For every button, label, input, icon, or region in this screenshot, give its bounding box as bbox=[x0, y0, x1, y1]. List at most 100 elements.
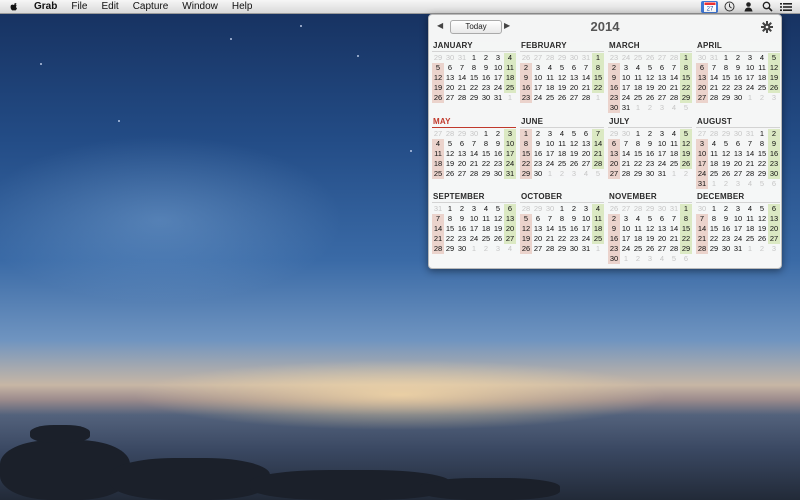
day-cell[interactable]: 6 bbox=[656, 214, 668, 224]
day-cell[interactable]: 1 bbox=[480, 129, 492, 139]
day-cell[interactable]: 24 bbox=[504, 159, 516, 169]
day-cell[interactable]: 16 bbox=[608, 234, 620, 244]
day-cell[interactable]: 18 bbox=[756, 73, 768, 83]
list-icon[interactable] bbox=[778, 0, 794, 13]
day-cell[interactable]: 26 bbox=[680, 159, 692, 169]
day-cell[interactable]: 10 bbox=[656, 139, 668, 149]
day-cell[interactable]: 28 bbox=[432, 244, 444, 254]
day-cell[interactable]: 16 bbox=[480, 73, 492, 83]
day-cell[interactable]: 22 bbox=[520, 159, 532, 169]
day-cell[interactable]: 23 bbox=[480, 83, 492, 93]
day-cell[interactable]: 15 bbox=[680, 224, 692, 234]
day-cell[interactable]: 17 bbox=[732, 224, 744, 234]
day-cell[interactable]: 30 bbox=[644, 169, 656, 179]
day-cell[interactable]: 2 bbox=[768, 129, 780, 139]
day-cell[interactable]: 7 bbox=[620, 139, 632, 149]
day-cell[interactable]: 24 bbox=[696, 169, 708, 179]
day-cell[interactable]: 22 bbox=[680, 234, 692, 244]
day-cell[interactable]: 30 bbox=[480, 93, 492, 103]
day-cell[interactable]: 29 bbox=[444, 244, 456, 254]
day-cell[interactable]: 31 bbox=[732, 244, 744, 254]
day-cell[interactable]: 9 bbox=[532, 139, 544, 149]
day-cell[interactable]: 28 bbox=[592, 159, 604, 169]
day-cell[interactable]: 21 bbox=[432, 234, 444, 244]
day-cell[interactable]: 11 bbox=[504, 63, 516, 73]
day-cell[interactable]: 23 bbox=[720, 234, 732, 244]
day-cell[interactable]: 17 bbox=[620, 234, 632, 244]
day-cell[interactable]: 13 bbox=[656, 73, 668, 83]
day-cell[interactable]: 1 bbox=[520, 129, 532, 139]
day-cell[interactable]: 16 bbox=[720, 224, 732, 234]
day-cell[interactable]: 6 bbox=[568, 63, 580, 73]
day-cell[interactable]: 9 bbox=[768, 139, 780, 149]
day-cell[interactable]: 13 bbox=[732, 149, 744, 159]
day-cell[interactable]: 11 bbox=[556, 139, 568, 149]
day-cell[interactable]: 29 bbox=[632, 169, 644, 179]
day-cell[interactable]: 12 bbox=[680, 139, 692, 149]
day-cell[interactable]: 20 bbox=[696, 83, 708, 93]
day-cell[interactable]: 7 bbox=[696, 214, 708, 224]
day-cell[interactable]: 30 bbox=[768, 169, 780, 179]
day-cell[interactable]: 25 bbox=[632, 93, 644, 103]
day-cell[interactable]: 14 bbox=[620, 149, 632, 159]
day-cell[interactable]: 25 bbox=[592, 234, 604, 244]
day-cell[interactable]: 7 bbox=[592, 129, 604, 139]
day-cell[interactable]: 20 bbox=[456, 159, 468, 169]
day-cell[interactable]: 7 bbox=[668, 63, 680, 73]
day-cell[interactable]: 7 bbox=[580, 63, 592, 73]
day-cell[interactable]: 6 bbox=[656, 63, 668, 73]
day-cell[interactable]: 21 bbox=[456, 83, 468, 93]
day-cell[interactable]: 5 bbox=[568, 129, 580, 139]
day-cell[interactable]: 4 bbox=[544, 63, 556, 73]
day-cell[interactable]: 20 bbox=[656, 234, 668, 244]
day-cell[interactable]: 6 bbox=[532, 214, 544, 224]
day-cell[interactable]: 24 bbox=[580, 234, 592, 244]
day-cell[interactable]: 21 bbox=[744, 159, 756, 169]
day-cell[interactable]: 5 bbox=[644, 63, 656, 73]
day-cell[interactable]: 29 bbox=[468, 93, 480, 103]
menu-edit[interactable]: Edit bbox=[101, 0, 118, 13]
day-cell[interactable]: 8 bbox=[632, 139, 644, 149]
day-cell[interactable]: 1 bbox=[720, 53, 732, 63]
day-cell[interactable]: 17 bbox=[468, 224, 480, 234]
day-cell[interactable]: 23 bbox=[492, 159, 504, 169]
day-cell[interactable]: 17 bbox=[492, 73, 504, 83]
day-cell[interactable]: 15 bbox=[680, 73, 692, 83]
day-cell[interactable]: 12 bbox=[444, 149, 456, 159]
day-cell[interactable]: 15 bbox=[480, 149, 492, 159]
day-cell[interactable]: 25 bbox=[544, 93, 556, 103]
day-cell[interactable]: 25 bbox=[432, 169, 444, 179]
day-cell[interactable]: 21 bbox=[468, 159, 480, 169]
day-cell[interactable]: 31 bbox=[620, 103, 632, 113]
day-cell[interactable]: 15 bbox=[592, 73, 604, 83]
day-cell[interactable]: 6 bbox=[696, 63, 708, 73]
day-cell[interactable]: 9 bbox=[732, 63, 744, 73]
day-cell[interactable]: 19 bbox=[768, 73, 780, 83]
day-cell[interactable]: 17 bbox=[744, 73, 756, 83]
day-cell[interactable]: 22 bbox=[708, 234, 720, 244]
day-cell[interactable]: 28 bbox=[696, 244, 708, 254]
day-cell[interactable]: 2 bbox=[608, 214, 620, 224]
day-cell[interactable]: 20 bbox=[532, 234, 544, 244]
day-cell[interactable]: 18 bbox=[632, 83, 644, 93]
day-cell[interactable]: 25 bbox=[756, 83, 768, 93]
day-cell[interactable]: 16 bbox=[568, 224, 580, 234]
day-cell[interactable]: 25 bbox=[480, 234, 492, 244]
day-cell[interactable]: 2 bbox=[456, 204, 468, 214]
day-cell[interactable]: 4 bbox=[556, 129, 568, 139]
day-cell[interactable]: 30 bbox=[532, 169, 544, 179]
day-cell[interactable]: 26 bbox=[556, 93, 568, 103]
day-cell[interactable]: 18 bbox=[708, 159, 720, 169]
day-cell[interactable]: 20 bbox=[444, 83, 456, 93]
day-cell[interactable]: 2 bbox=[532, 129, 544, 139]
day-cell[interactable]: 6 bbox=[580, 129, 592, 139]
day-cell[interactable]: 7 bbox=[668, 214, 680, 224]
day-cell[interactable]: 19 bbox=[568, 149, 580, 159]
day-cell[interactable]: 12 bbox=[720, 149, 732, 159]
day-cell[interactable]: 29 bbox=[680, 244, 692, 254]
day-cell[interactable]: 19 bbox=[756, 224, 768, 234]
day-cell[interactable]: 21 bbox=[592, 149, 604, 159]
day-cell[interactable]: 7 bbox=[544, 214, 556, 224]
day-cell[interactable]: 18 bbox=[480, 224, 492, 234]
day-cell[interactable]: 21 bbox=[668, 234, 680, 244]
